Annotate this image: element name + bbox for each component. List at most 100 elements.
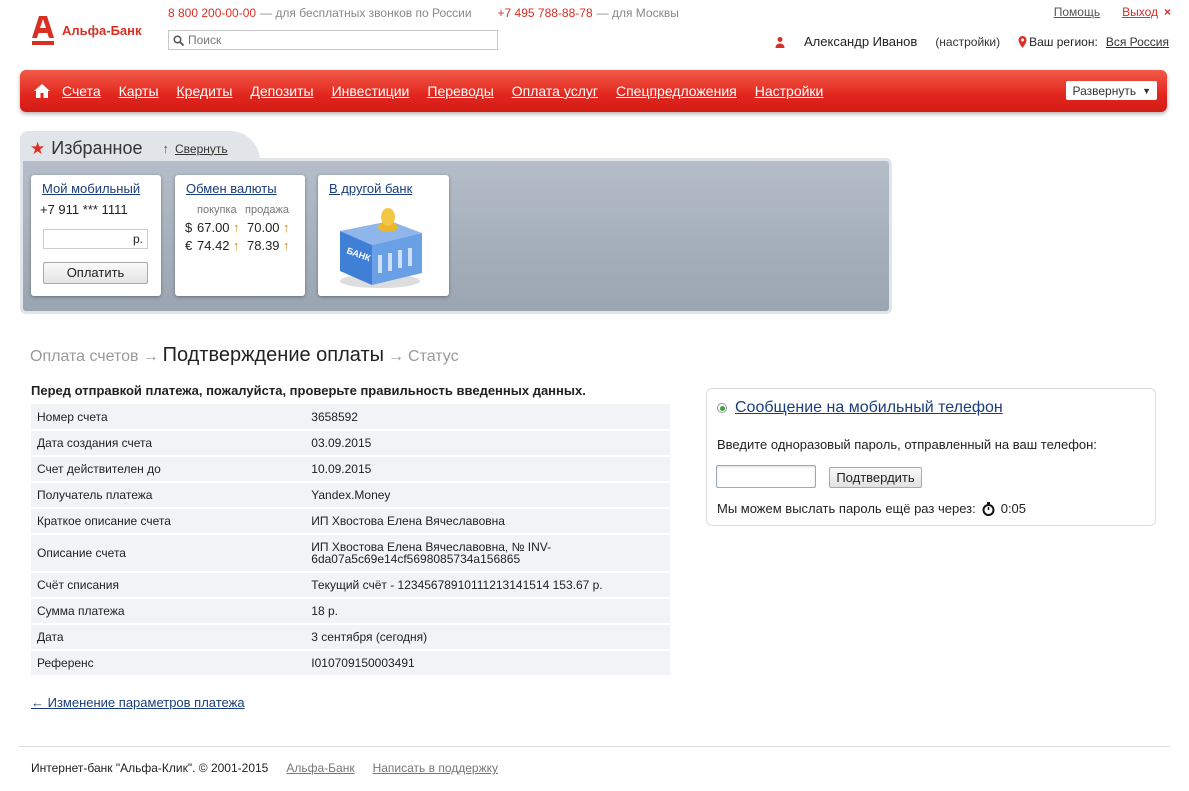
detail-key: Описание счета [31, 534, 306, 573]
favorites-header: ★ Избранное ↑ Свернуть [30, 138, 228, 159]
step-1: Оплата счетов [30, 348, 139, 365]
change-params-link[interactable]: ← Изменение параметров платежа [31, 695, 245, 710]
payment-details-table: Номер счета 3658592 Дата создания счета 03… [31, 404, 670, 677]
fx-currency: $ [185, 220, 193, 235]
step-3: Статус [408, 348, 459, 365]
detail-key: Краткое описание счета [31, 508, 306, 535]
phone-moscow: +7 495 788-88-78 [497, 6, 593, 20]
fx-currency: € [185, 238, 193, 253]
detail-value: I010709150003491 [305, 650, 670, 677]
user-bar: Александр Иванов (настройки) Ваш регион:… [774, 34, 1169, 49]
resend-timer: 0:05 [1000, 501, 1027, 516]
arrow-up-icon: ↑ [233, 238, 240, 253]
favorites-title: Избранное [51, 138, 143, 158]
expand-button[interactable]: Развернуть ▼ [1066, 81, 1157, 100]
arrow-up-icon: ↑ [283, 220, 290, 235]
pay-button[interactable]: Оплатить [43, 262, 148, 284]
close-icon[interactable]: × [1164, 5, 1171, 19]
phone-free-note: — для бесплатных звонков по России [260, 6, 472, 20]
fx-row: $ 67.00 ↑ 70.00 ↑ [185, 220, 290, 235]
fx-card-title[interactable]: Обмен валюты [186, 181, 277, 196]
footer-bank-link[interactable]: Альфа-Банк [286, 761, 354, 775]
search-icon [173, 34, 184, 46]
nav-item-settings[interactable]: Настройки [755, 83, 824, 99]
bank-name: Альфа-Банк [62, 22, 142, 38]
detail-value: 3 сентября (сегодня) [305, 624, 670, 651]
detail-value: ИП Хвостова Елена Вячеславовна, № INV-6d… [305, 534, 670, 573]
detail-value: 10.09.2015 [305, 456, 670, 483]
breadcrumb-steps: Оплата счетов → Подтверждение оплаты → С… [30, 344, 459, 367]
main-nav: Счета Карты Кредиты Депозиты Инвестиции … [20, 70, 1167, 112]
table-row: Референс I010709150003491 [31, 650, 670, 677]
mobile-number: +7 911 *** 1111 [40, 202, 128, 217]
detail-key: Счёт списания [31, 572, 306, 599]
home-icon[interactable] [34, 83, 50, 99]
fx-row: € 74.42 ↑ 78.39 ↑ [185, 238, 290, 253]
favorite-card-mobile: Мой мобильный +7 911 *** 1111 р. Оплатит… [31, 175, 161, 296]
collapse-link[interactable]: Свернуть [175, 142, 228, 156]
sms-confirmation-box: Сообщение на мобильный телефон Введите о… [706, 388, 1156, 526]
detail-key: Получатель платежа [31, 482, 306, 509]
sms-option[interactable]: Сообщение на мобильный телефон [717, 399, 1003, 417]
mobile-amount-input[interactable]: р. [43, 229, 148, 249]
footer-divider [18, 746, 1170, 747]
nav-item-investments[interactable]: Инвестиции [332, 83, 410, 99]
sms-title[interactable]: Сообщение на мобильный телефон [735, 399, 1003, 417]
user-icon [775, 36, 785, 48]
region-label: Ваш регион: [1029, 34, 1098, 49]
detail-value: 18 р. [305, 598, 670, 625]
phones-bar: 8 800 200-00-00 — для бесплатных звонков… [168, 6, 679, 20]
nav-item-credits[interactable]: Кредиты [177, 83, 233, 99]
table-row: Описание счета ИП Хвостова Елена Вячеслав… [31, 534, 670, 573]
confirm-button[interactable]: Подтвердить [829, 467, 922, 488]
detail-key: Сумма платежа [31, 598, 306, 625]
expand-label: Развернуть [1072, 83, 1137, 98]
nav-item-deposits[interactable]: Депозиты [250, 83, 313, 99]
search-input[interactable] [188, 33, 488, 47]
region-link[interactable]: Вся Россия [1106, 35, 1169, 49]
phone-free: 8 800 200-00-00 [168, 6, 257, 20]
sms-hint: Введите одноразовый пароль, отправленный… [717, 437, 1097, 452]
detail-value: 3658592 [305, 404, 670, 431]
detail-key: Счет действителен до [31, 456, 306, 483]
table-row: Счет действителен до 10.09.2015 [31, 456, 670, 483]
detail-key: Дата создания счета [31, 430, 306, 457]
search-box[interactable] [168, 30, 498, 50]
copyright: Интернет-банк "Альфа-Клик". © 2001-2015 [31, 761, 269, 775]
detail-value: ИП Хвостова Елена Вячеславовна [305, 508, 670, 535]
arrow-up-icon: ↑ [283, 238, 290, 253]
favorite-card-other-bank[interactable]: В другой банк БАНК [318, 175, 449, 296]
nav-item-transfers[interactable]: Переводы [427, 83, 493, 99]
top-links: Помощь Выход × [1054, 5, 1171, 19]
otp-input[interactable] [716, 465, 816, 488]
fx-buy-label: покупка [197, 204, 237, 216]
exit-link[interactable]: Выход [1122, 5, 1158, 19]
fx-sell-label: продажа [245, 204, 289, 216]
detail-value: 03.09.2015 [305, 430, 670, 457]
nav-item-cards[interactable]: Карты [119, 83, 159, 99]
detail-key: Номер счета [31, 404, 306, 431]
bank-logo[interactable]: Альфа-Банк [30, 14, 142, 46]
help-link[interactable]: Помощь [1054, 5, 1100, 19]
other-bank-title[interactable]: В другой банк [329, 181, 412, 196]
detail-value: Текущий счёт - 12345678910111213141514 1… [305, 572, 670, 599]
table-row: Краткое описание счета ИП Хвостова Елена … [31, 508, 670, 535]
mobile-card-title[interactable]: Мой мобильный [42, 181, 140, 196]
phone-moscow-note: — для Москвы [596, 6, 679, 20]
detail-key: Дата [31, 624, 306, 651]
triangle-down-icon: ▼ [1142, 85, 1151, 96]
currency-label: р. [132, 232, 143, 246]
sms-radio[interactable] [717, 403, 727, 413]
region: Ваш регион: Вся Россия [1018, 35, 1169, 49]
nav-item-payments[interactable]: Оплата услуг [512, 83, 598, 99]
user-settings-link[interactable]: (настройки) [935, 35, 1000, 49]
alfa-logo-icon [32, 16, 54, 45]
footer-support-link[interactable]: Написать в поддержку [373, 761, 498, 775]
nav-item-accounts[interactable]: Счета [62, 83, 101, 99]
resend-text: Мы можем выслать пароль ещё раз через: [717, 501, 976, 516]
step-arrow: → [388, 348, 405, 365]
step-arrow: → [142, 348, 159, 365]
table-row: Получатель платежа Yandex.Money [31, 482, 670, 509]
location-pin-icon [1018, 35, 1027, 48]
nav-item-special-offers[interactable]: Спецпредложения [616, 83, 737, 99]
